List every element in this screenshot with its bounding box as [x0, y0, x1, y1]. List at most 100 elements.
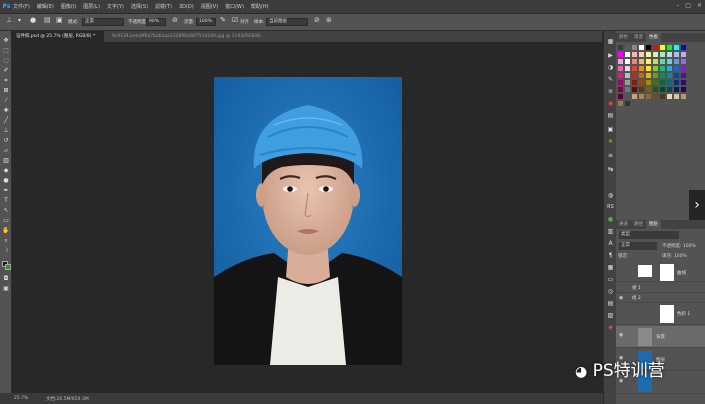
visibility-eye-icon[interactable]: ◉: [619, 332, 625, 338]
color-swatch[interactable]: [667, 94, 672, 99]
color-swatch[interactable]: [632, 52, 637, 57]
color-swatch[interactable]: [653, 66, 658, 71]
tab-swatches[interactable]: 色板: [646, 33, 661, 42]
color-swatch[interactable]: [674, 66, 679, 71]
color-swatch[interactable]: [667, 87, 672, 92]
color-swatch[interactable]: [653, 73, 658, 78]
brush-panel-icon[interactable]: ✎: [606, 75, 615, 84]
stamp-tool-icon[interactable]: ⊥: [6, 16, 12, 24]
color-swatch[interactable]: [625, 66, 630, 71]
color-swatch[interactable]: [646, 73, 651, 78]
tab-paths[interactable]: 路径: [631, 220, 646, 229]
menu-layer[interactable]: 图层(L): [83, 3, 100, 10]
pressure-opacity-icon[interactable]: ⊘: [172, 16, 178, 24]
layer-row-levels[interactable]: 色阶 1: [616, 303, 705, 325]
tab-active-document[interactable]: 证件照.psd @ 25.7% (图层, RGB/8) *: [12, 31, 104, 42]
move-tool-icon[interactable]: ✥: [2, 37, 10, 45]
color-swatch[interactable]: [632, 45, 637, 50]
layer-group-1[interactable]: 组 1: [616, 283, 705, 293]
visibility-eye-icon[interactable]: ◉: [619, 295, 625, 301]
color-swatch[interactable]: [681, 87, 686, 92]
color-swatch[interactable]: [639, 73, 644, 78]
color-swatch[interactable]: [646, 94, 651, 99]
color-swatch[interactable]: [681, 45, 686, 50]
color-swatch[interactable]: [660, 80, 665, 85]
color-swatch[interactable]: [674, 87, 679, 92]
lasso-tool-icon[interactable]: ◌: [2, 57, 10, 65]
color-swatch[interactable]: [660, 73, 665, 78]
color-swatch[interactable]: [653, 87, 658, 92]
tab-gradient[interactable]: 渐变: [631, 33, 646, 42]
path-select-tool-icon[interactable]: ↖: [2, 207, 10, 215]
color-swatch[interactable]: [667, 73, 672, 78]
character-panel-icon[interactable]: A: [606, 239, 615, 248]
color-swatch[interactable]: [632, 59, 637, 64]
clone-source-icon[interactable]: ▣: [56, 16, 63, 24]
screen-mode-icon[interactable]: ▣: [2, 285, 10, 293]
airbrush-icon[interactable]: ✎: [220, 16, 226, 24]
hand-tool-icon[interactable]: ✋: [2, 227, 10, 235]
document-canvas-photo[interactable]: [214, 77, 402, 365]
brush-picker-icon[interactable]: ●: [30, 16, 36, 24]
color-swatch[interactable]: [674, 59, 679, 64]
color-swatch[interactable]: [618, 59, 623, 64]
brush-settings-icon[interactable]: ▤: [44, 16, 51, 24]
color-swatch[interactable]: [625, 45, 630, 50]
color-swatch[interactable]: [646, 52, 651, 57]
menu-select[interactable]: 选择(S): [131, 3, 148, 10]
layer-row-selected[interactable]: ◉ 背景: [616, 326, 705, 348]
color-wheel-icon[interactable]: ◉: [606, 99, 615, 108]
color-swatch[interactable]: [660, 94, 665, 99]
gradient-tool-icon[interactable]: ▥: [2, 157, 10, 165]
properties-panel-icon[interactable]: ▥: [606, 227, 615, 236]
color-swatch[interactable]: [646, 80, 651, 85]
blend-mode-select[interactable]: 正常: [619, 242, 657, 250]
menu-edit[interactable]: 编辑(E): [37, 3, 54, 10]
layer-name[interactable]: 色阶 1: [677, 311, 690, 317]
layer-fill[interactable]: 填充: 100%: [662, 253, 687, 259]
color-swatch[interactable]: [681, 73, 686, 78]
edit-toolbar-icon[interactable]: ☽: [2, 247, 10, 255]
layer-row-curves[interactable]: 曲线: [616, 262, 705, 282]
color-swatch[interactable]: [674, 73, 679, 78]
info-panel-icon[interactable]: ▤: [606, 111, 615, 120]
pen-tool-icon[interactable]: ✒: [2, 187, 10, 195]
menu-image[interactable]: 图像(I): [61, 3, 76, 10]
plugin-red-icon[interactable]: ◈: [606, 323, 615, 332]
color-swatch[interactable]: [653, 59, 658, 64]
color-swatch[interactable]: [639, 52, 644, 57]
tools-panel-icon[interactable]: ✕: [606, 137, 615, 146]
color-swatch[interactable]: [618, 66, 623, 71]
layer-name[interactable]: 背景: [656, 334, 665, 340]
sample-select[interactable]: 当前图层: [266, 18, 308, 26]
color-swatch[interactable]: [625, 87, 630, 92]
menu-type[interactable]: 文字(Y): [107, 3, 124, 10]
color-swatch[interactable]: [660, 52, 665, 57]
color-swatch[interactable]: [646, 59, 651, 64]
color-swatch[interactable]: [674, 94, 679, 99]
color-swatch[interactable]: [618, 94, 623, 99]
menu-filter[interactable]: 滤镜(T): [155, 3, 172, 10]
blur-tool-icon[interactable]: ◆: [2, 167, 10, 175]
tool-preset-chevron-icon[interactable]: ▾: [18, 17, 21, 24]
eraser-tool-icon[interactable]: ▱: [2, 147, 10, 155]
measure-panel-icon[interactable]: ▧: [606, 311, 615, 320]
color-swatch[interactable]: [639, 45, 644, 50]
clone-source-panel-icon[interactable]: ▣: [606, 125, 615, 134]
maximize-icon[interactable]: □: [685, 2, 691, 9]
flow-input[interactable]: 100%: [196, 18, 216, 26]
glyphs-panel-icon[interactable]: ◎: [606, 287, 615, 296]
color-swatch[interactable]: [618, 52, 623, 57]
quick-mask-icon[interactable]: ◘: [2, 275, 10, 283]
color-swatch[interactable]: [618, 73, 623, 78]
history-panel-icon[interactable]: ▦: [606, 37, 615, 46]
color-swatch[interactable]: [639, 87, 644, 92]
color-swatch[interactable]: [681, 66, 686, 71]
color-swatch[interactable]: [653, 80, 658, 85]
libraries-panel-icon[interactable]: ▦: [606, 263, 615, 272]
healing-brush-tool-icon[interactable]: ✚: [2, 107, 10, 115]
styles-panel-icon[interactable]: ◍: [606, 191, 615, 200]
color-swatch[interactable]: [667, 45, 672, 50]
color-swatch[interactable]: [653, 94, 658, 99]
menu-help[interactable]: 帮助(H): [251, 3, 269, 10]
